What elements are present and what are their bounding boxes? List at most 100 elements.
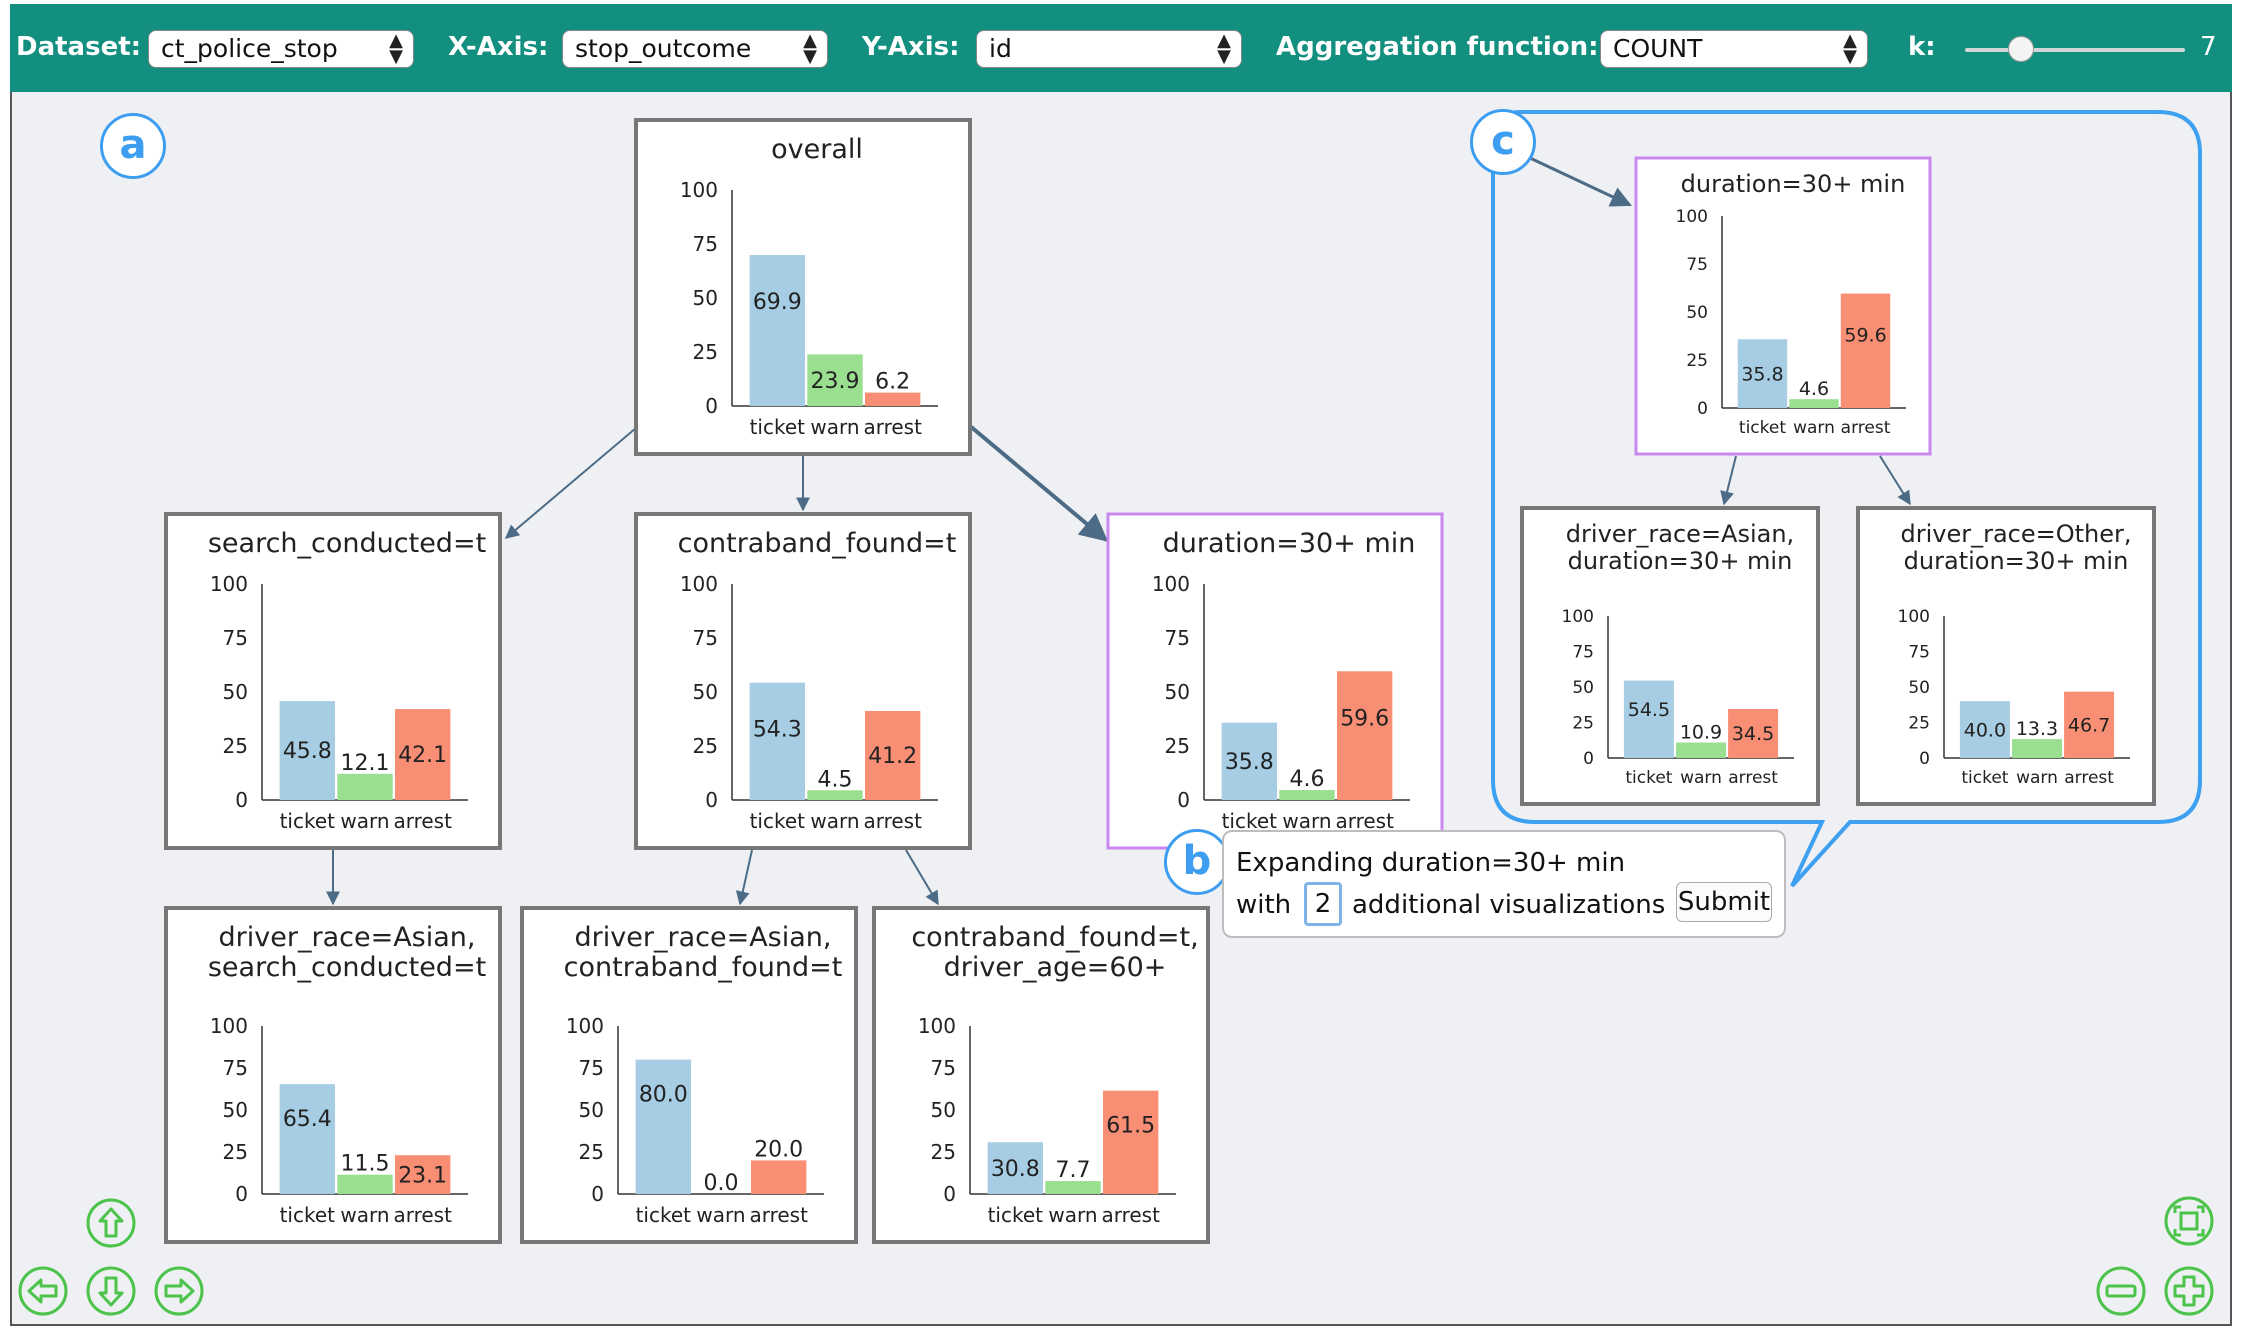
- viz-bar-warn: [1789, 399, 1839, 408]
- tree-edge: [1720, 455, 1737, 506]
- viz-title: duration=30+ min: [1681, 170, 1906, 198]
- viz-title: duration=30+ min: [1904, 547, 2129, 575]
- zoom-in-icon[interactable]: [2164, 1266, 2214, 1316]
- viz-y-tick: 0: [705, 788, 718, 812]
- viz-bar-label: 59.6: [1340, 706, 1389, 731]
- viz-y-tick: 25: [223, 734, 248, 758]
- viz-x-tick: ticket: [988, 1203, 1044, 1227]
- annotation-b: b: [1164, 829, 1230, 895]
- viz-node-duration[interactable]: duration=30+ min025507510035.8ticket4.6w…: [1106, 512, 1444, 850]
- viz-y-tick: 25: [1572, 713, 1594, 733]
- viz-bar-label: 65.4: [283, 1107, 332, 1132]
- viz-x-tick: ticket: [1739, 418, 1786, 438]
- viz-y-tick: 100: [1152, 572, 1190, 596]
- viz-y-tick: 25: [693, 734, 718, 758]
- viz-bar-label: 23.1: [398, 1163, 447, 1188]
- expand-popup: Expanding duration=30+ min with 2 additi…: [1222, 830, 1786, 938]
- viz-bar-ticket: [279, 1084, 336, 1194]
- viz-x-tick: ticket: [280, 1203, 336, 1227]
- expand-count-input[interactable]: 2: [1304, 882, 1342, 926]
- viz-x-tick: arrest: [393, 809, 452, 833]
- viz-x-tick: warn: [810, 809, 859, 833]
- viz-node-search_conducted[interactable]: search_conducted=t 0 25 50 75 100 45.8 ticket 12…: [164, 512, 502, 850]
- annotation-c-arrow: [1529, 156, 1632, 207]
- viz-y-tick: 100: [566, 1014, 604, 1038]
- viz-bar-label: 59.6: [1844, 325, 1886, 347]
- viz-y-tick: 25: [1686, 351, 1708, 371]
- viz-y-tick: 0: [1177, 788, 1190, 812]
- viz-bar-label: 61.5: [1106, 1114, 1155, 1139]
- viz-y-tick: 50: [931, 1098, 956, 1122]
- viz-y-tick: 50: [693, 680, 718, 704]
- viz-y-tick: 0: [235, 788, 248, 812]
- viz-title: driver_race=Asian,: [1566, 520, 1794, 548]
- viz-bar-label: 13.3: [2016, 718, 2058, 740]
- viz-x-tick: ticket: [636, 1203, 692, 1227]
- expand-popup-with: with: [1236, 890, 1292, 920]
- viz-bar-label: 10.9: [1680, 722, 1722, 744]
- viz-node-contraband_age[interactable]: contraband_found=t,driver_age=60+ 0 25 50 75…: [872, 906, 1210, 1244]
- viz-y-tick: 50: [579, 1098, 604, 1122]
- viz-y-tick: 75: [1908, 642, 1930, 662]
- pan-right-icon[interactable]: [154, 1266, 204, 1316]
- pan-up-icon[interactable]: [86, 1198, 136, 1248]
- viz-bar-warn: [337, 1174, 393, 1194]
- viz-x-tick: arrest: [749, 1203, 808, 1227]
- viz-y-tick: 100: [210, 1014, 248, 1038]
- viz-node-asian_search[interactable]: driver_race=Asian,search_conducted=t 0 25 5…: [164, 906, 502, 1244]
- viz-x-tick: warn: [810, 415, 859, 439]
- viz-y-tick: 25: [1165, 734, 1190, 758]
- viz-node-c_other_duration[interactable]: driver_race=Other,duration=30+ min 0 25 50 7…: [1856, 506, 2156, 806]
- viz-bar-label: 35.8: [1741, 363, 1783, 385]
- fit-view-icon[interactable]: [2164, 1196, 2214, 1246]
- viz-y-tick: 0: [943, 1182, 956, 1206]
- viz-y-tick: 75: [223, 1056, 248, 1080]
- viz-x-tick: arrest: [863, 415, 922, 439]
- viz-title: search_conducted=t: [208, 952, 486, 983]
- viz-y-tick: 0: [1697, 399, 1708, 419]
- viz-node-overall[interactable]: overall 0 25 50 75 100 69.9 ticket23.9 warn 6.2 ar…: [634, 118, 972, 456]
- tree-edge: [968, 424, 1109, 542]
- tree-edge: [905, 849, 939, 906]
- viz-node-asian_contraband[interactable]: driver_race=Asian,contraband_found=t 0 25 5…: [520, 906, 858, 1244]
- viz-y-tick: 75: [693, 626, 718, 650]
- viz-y-tick: 75: [1572, 642, 1594, 662]
- viz-node-c_asian_duration[interactable]: driver_race=Asian,duration=30+ min 0 25 50 7…: [1520, 506, 1820, 806]
- viz-bar-label: 23.9: [811, 369, 860, 394]
- viz-bar-label: 80.0: [639, 1083, 688, 1108]
- viz-bar-label: 40.0: [1964, 719, 2006, 741]
- viz-y-tick: 0: [591, 1182, 604, 1206]
- submit-button[interactable]: Submit: [1676, 882, 1772, 922]
- viz-node-c_duration[interactable]: duration=30+ min 0 25 50 75 100 35.8 ticket 4.6 w…: [1634, 156, 1932, 456]
- viz-title: duration=30+ min: [1568, 547, 1793, 575]
- viz-bar-label: 12.1: [341, 751, 390, 776]
- pan-left-icon[interactable]: [18, 1266, 68, 1316]
- viz-y-tick: 25: [223, 1140, 248, 1164]
- viz-x-tick: warn: [340, 1203, 389, 1227]
- viz-x-tick: arrest: [1841, 418, 1891, 438]
- viz-y-tick: 75: [579, 1056, 604, 1080]
- viz-x-tick: warn: [1793, 418, 1835, 438]
- viz-bar-label: 42.1: [398, 743, 447, 768]
- viz-y-tick: 50: [1908, 678, 1930, 698]
- viz-bar-arrest: [750, 1160, 807, 1194]
- viz-title: driver_race=Other,: [1900, 520, 2131, 548]
- viz-y-tick: 100: [1676, 207, 1708, 227]
- viz-node-contraband_found[interactable]: contraband_found=t 0 25 50 75 100 54.3 ticket 4.…: [634, 512, 972, 850]
- viz-bar-label: 35.8: [1225, 750, 1274, 775]
- viz-x-tick: warn: [2016, 768, 2058, 788]
- viz-y-tick: 50: [223, 680, 248, 704]
- viz-bar-label: 34.5: [1732, 723, 1774, 745]
- zoom-out-icon[interactable]: [2096, 1266, 2146, 1316]
- viz-bar-label: 11.5: [341, 1152, 390, 1177]
- viz-x-tick: ticket: [1961, 768, 2008, 788]
- viz-y-tick: 100: [680, 572, 718, 596]
- viz-title: contraband_found=t,: [911, 922, 1198, 953]
- viz-y-tick: 50: [1572, 678, 1594, 698]
- viz-bar-label: 6.2: [875, 370, 910, 395]
- viz-bar-label: 7.7: [1056, 1158, 1091, 1183]
- viz-y-tick: 0: [235, 1182, 248, 1206]
- viz-bar-label: 46.7: [2068, 714, 2110, 736]
- viz-bar-arrest: [1840, 293, 1891, 408]
- pan-down-icon[interactable]: [86, 1266, 136, 1316]
